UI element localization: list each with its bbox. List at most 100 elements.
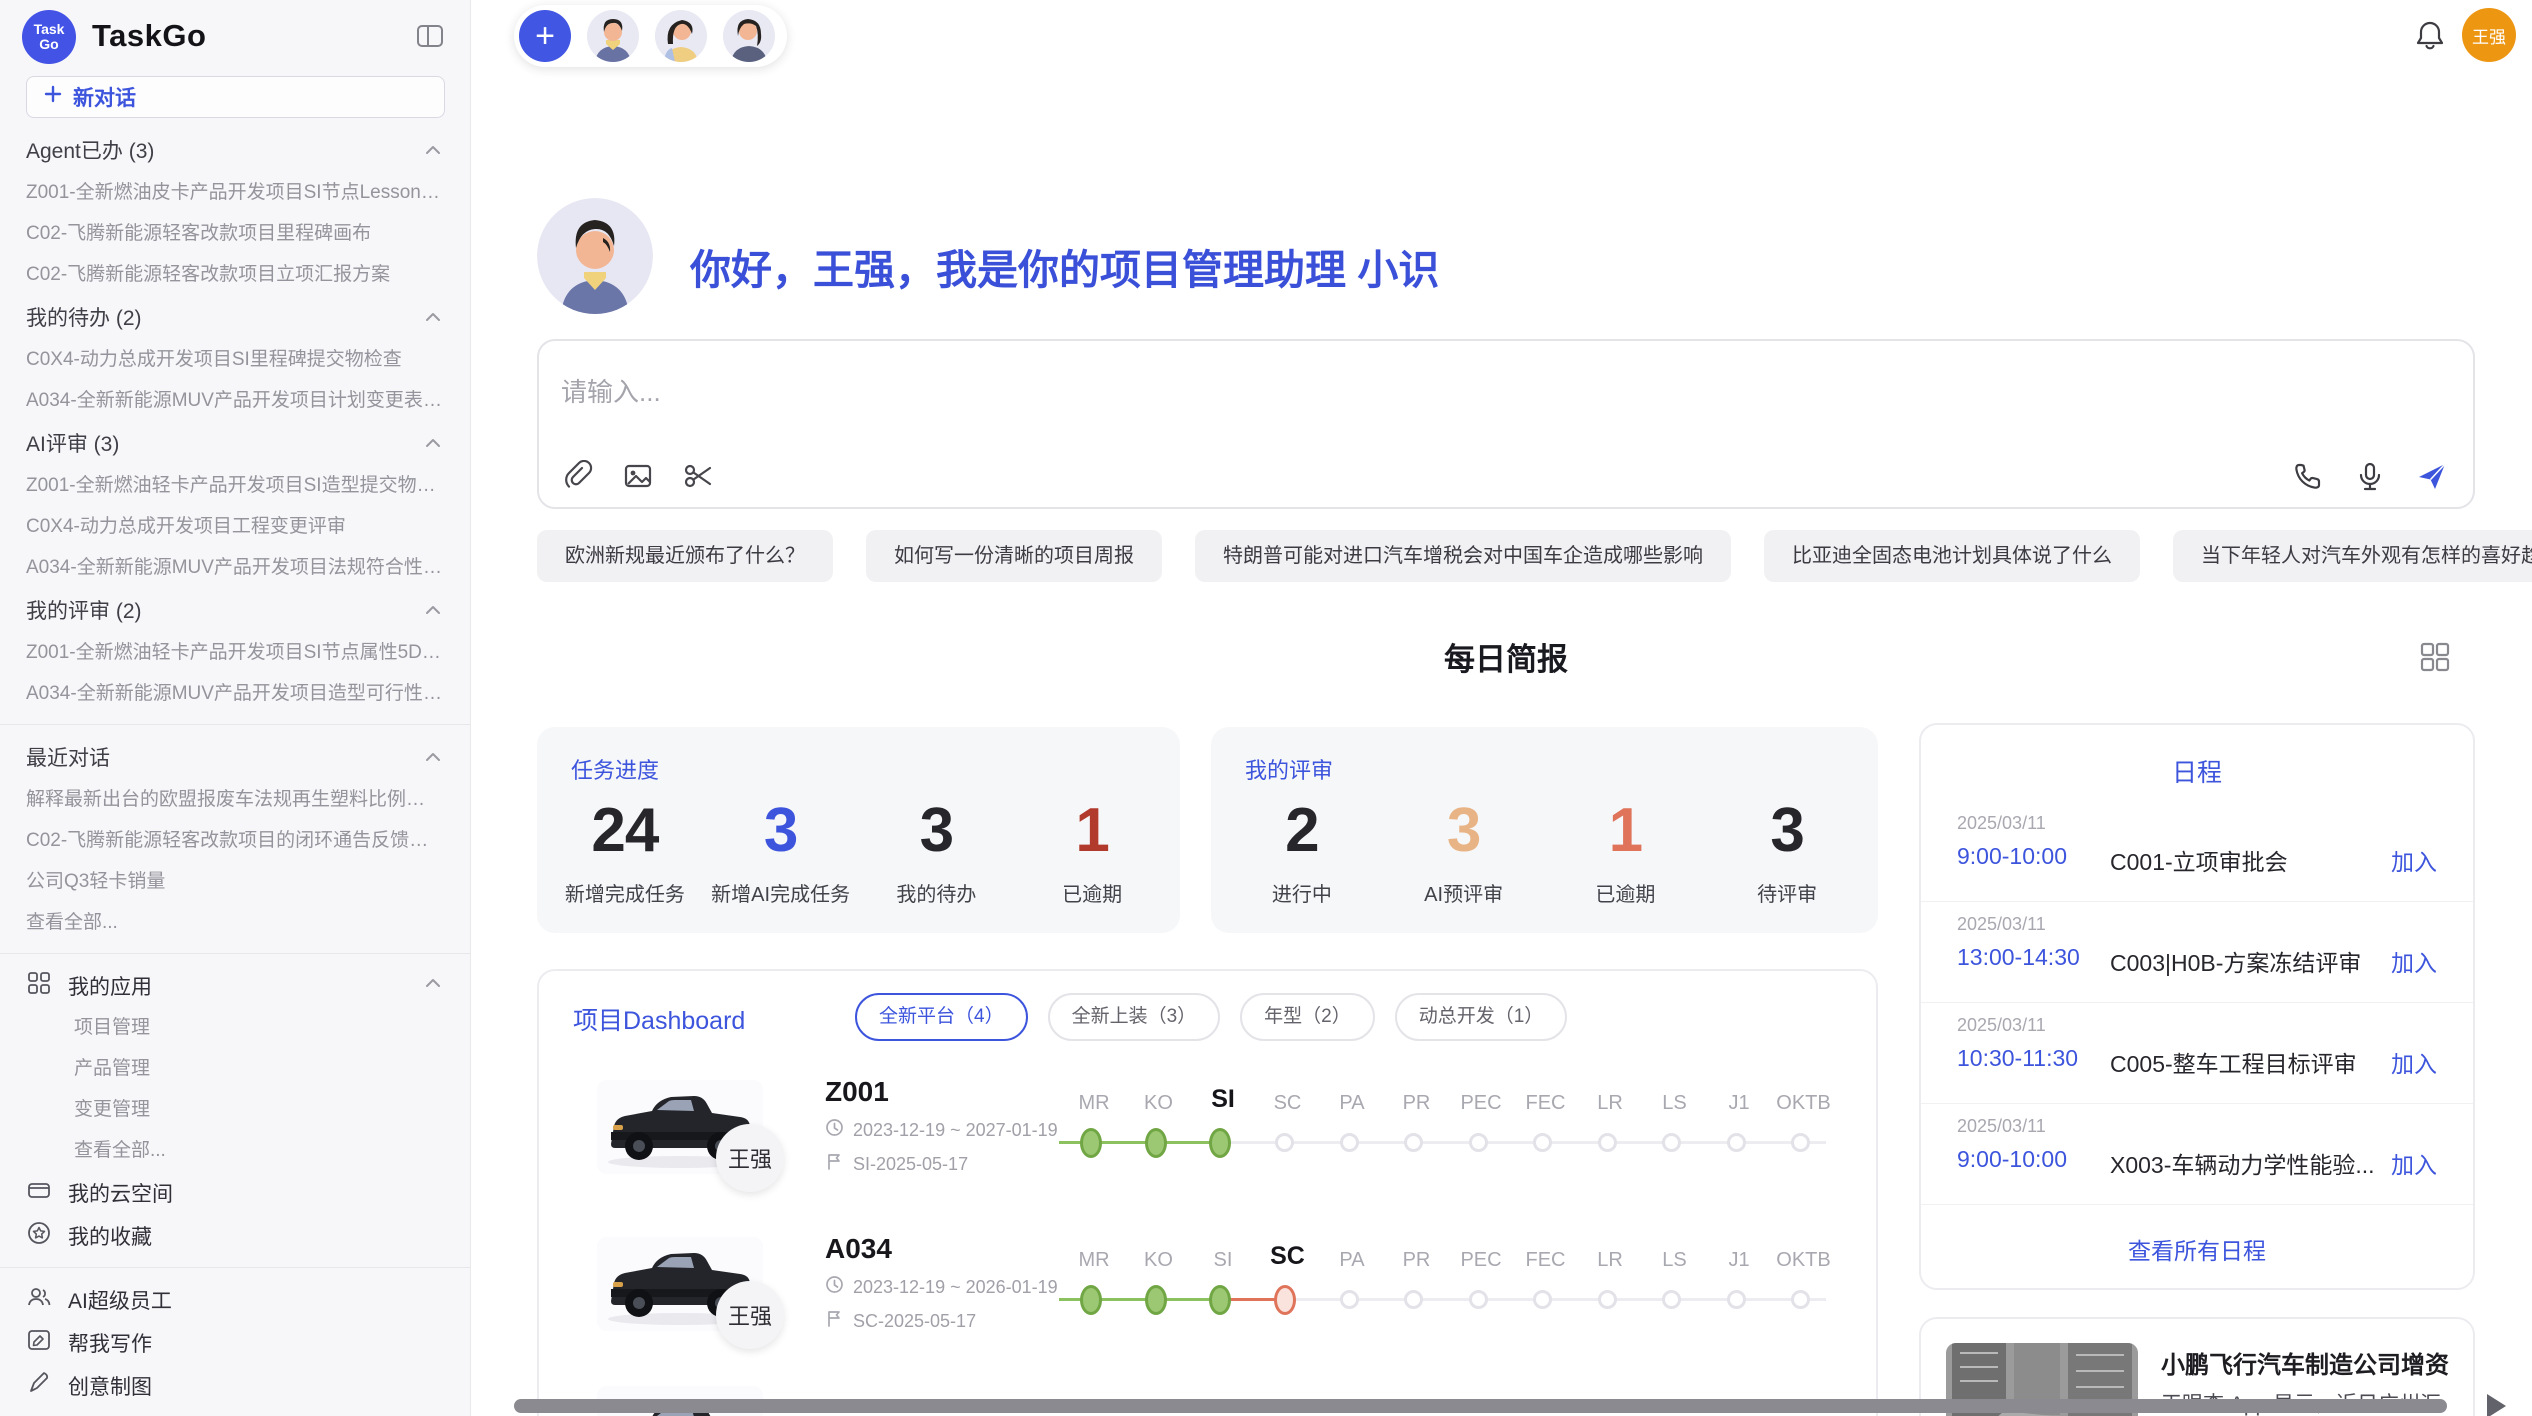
milestone-dot-PA: [1340, 1133, 1359, 1152]
view-all-schedule-link[interactable]: 查看所有日程: [1921, 1232, 2473, 1266]
task-item[interactable]: Z001-全新燃油轻卡产品开发项目SI节点属性5D文件评审: [0, 632, 470, 673]
task-item[interactable]: A034-全新新能源MUV产品开发项目法规符合性评审: [0, 547, 470, 588]
recent-view-all-link[interactable]: 查看全部...: [0, 902, 470, 943]
stat-value: 1: [1545, 795, 1707, 866]
my-favorites-row[interactable]: 我的收藏: [0, 1214, 470, 1257]
recent-chat-item[interactable]: 公司Q3轻卡销量: [0, 861, 470, 902]
stat: 3 AI预评审: [1383, 795, 1545, 907]
collapse-sidebar-icon[interactable]: [414, 20, 446, 52]
project-row[interactable]: 王强 A034 2023-12-19 ~ 2026-01-19 SC-2025-…: [539, 1229, 1876, 1386]
agent-avatar-2[interactable]: [655, 10, 707, 62]
task-item[interactable]: C0X4-动力总成开发项目SI里程碑提交物检查: [0, 339, 470, 380]
schedule-item: 2025/03/11 9:00-10:00 X003-车辆动力学性能验... 加…: [1921, 1104, 2473, 1205]
milestone-dot-LS: [1662, 1133, 1681, 1152]
composer-input[interactable]: [561, 367, 2261, 417]
milestone-dot-PR: [1404, 1133, 1423, 1152]
join-meeting-link[interactable]: 加入: [2391, 1045, 2437, 1079]
dashboard-tab[interactable]: 全新上装（3）: [1048, 993, 1221, 1041]
send-icon[interactable]: [2415, 459, 2449, 493]
my-apps-row[interactable]: 我的应用: [0, 964, 470, 1007]
milestone-dot-MR: [1080, 1128, 1102, 1158]
agent-avatar-3[interactable]: [723, 10, 775, 62]
join-meeting-link[interactable]: 加入: [2391, 843, 2437, 877]
flag-icon: [825, 1309, 844, 1333]
task-item[interactable]: C0X4-动力总成开发项目工程变更评审: [0, 506, 470, 547]
section-header-0[interactable]: Agent已办 (3): [0, 128, 470, 172]
stat-label: 新增AI完成任务: [703, 878, 859, 907]
app-item[interactable]: 变更管理: [0, 1089, 470, 1130]
tool-label: AI超级员工: [68, 1285, 172, 1315]
recent-chat-item[interactable]: C02-飞腾新能源轻客改款项目的闭环通告反馈情况: [0, 820, 470, 861]
suggestion-chip[interactable]: 如何写一份清晰的项目周报: [866, 530, 1162, 582]
milestone-label-LR: LR: [1575, 1092, 1645, 1115]
recent-chats-header[interactable]: 最近对话: [0, 735, 470, 779]
dashboard-tab[interactable]: 全新平台（4）: [855, 993, 1028, 1041]
horizontal-scrollbar-thumb[interactable]: [514, 1399, 2447, 1413]
dashboard-tab[interactable]: 动总开发（1）: [1395, 993, 1568, 1041]
my-cloud-row[interactable]: 我的云空间: [0, 1171, 470, 1214]
voice-call-icon[interactable]: [2291, 459, 2325, 493]
suggestion-chip[interactable]: 比亚迪全固态电池计划具体说了什么: [1764, 530, 2140, 582]
schedule-time: 10:30-11:30: [1957, 1045, 2078, 1072]
tool-write-icon[interactable]: 帮我写作: [0, 1321, 470, 1364]
task-item[interactable]: Z001-全新燃油皮卡产品开发项目SI节点Lesson Learn报告: [0, 172, 470, 213]
apps-view-all-link[interactable]: 查看全部...: [0, 1130, 470, 1171]
layout-grid-icon[interactable]: [2418, 640, 2452, 674]
milestone-dot-FEC: [1533, 1290, 1552, 1309]
milestone-dot-SC: [1274, 1285, 1296, 1315]
tool-pen-icon[interactable]: 创意制图: [0, 1364, 470, 1407]
task-item[interactable]: A034-全新新能源MUV产品开发项目计划变更表编写: [0, 380, 470, 421]
suggestion-chip[interactable]: 当下年轻人对汽车外观有怎样的喜好趋势: [2173, 530, 2532, 582]
schedule-item: 2025/03/11 10:30-11:30 C005-整车工程目标评审 加入: [1921, 1003, 2473, 1104]
attachment-icon[interactable]: [561, 459, 595, 493]
scissors-icon[interactable]: [681, 459, 715, 493]
notifications-bell-icon[interactable]: [2412, 18, 2448, 54]
milestone-label-LS: LS: [1640, 1249, 1710, 1272]
task-item[interactable]: A034-全新新能源MUV产品开发项目造型可行性评审: [0, 673, 470, 714]
people-icon: [26, 1284, 52, 1316]
new-chat-button[interactable]: 新对话: [26, 76, 445, 118]
user-avatar[interactable]: 王强: [2462, 8, 2516, 62]
add-agent-button[interactable]: +: [519, 10, 571, 62]
task-item[interactable]: C02-飞腾新能源轻客改款项目里程碑画布: [0, 213, 470, 254]
suggestion-chip[interactable]: 欧洲新规最近颁布了什么？: [537, 530, 833, 582]
milestone-dot-J1: [1727, 1133, 1746, 1152]
milestone-label-MR: MR: [1059, 1249, 1129, 1272]
schedule-time: 9:00-10:00: [1957, 1146, 2067, 1173]
divider: [0, 1267, 470, 1268]
logo-line2: Go: [39, 37, 58, 52]
recent-chat-item[interactable]: 解释最新出台的欧盟报废车法规再生塑料比例被调至15%...: [0, 779, 470, 820]
milestone-dot-PEC: [1469, 1290, 1488, 1309]
section-title: AI评审 (3): [26, 428, 119, 458]
stat-label: 待评审: [1706, 878, 1868, 907]
milestone-dot-KO: [1145, 1128, 1167, 1158]
stat-value: 2: [1221, 795, 1383, 866]
microphone-icon[interactable]: [2353, 459, 2387, 493]
app-item[interactable]: 项目管理: [0, 1007, 470, 1048]
agent-avatar-1[interactable]: [587, 10, 639, 62]
app-item[interactable]: 产品管理: [0, 1048, 470, 1089]
section-title: 我的待办 (2): [26, 302, 142, 332]
join-meeting-link[interactable]: 加入: [2391, 944, 2437, 978]
join-meeting-link[interactable]: 加入: [2391, 1146, 2437, 1180]
stat-value: 3: [703, 795, 859, 866]
scroll-right-arrow-icon[interactable]: [2487, 1394, 2506, 1416]
stat-card-1: 我的评审 2 进行中 3 AI预评审 1 已逾期 3 待评审: [1211, 727, 1878, 933]
task-item[interactable]: C02-飞腾新能源轻客改款项目立项汇报方案: [0, 254, 470, 295]
dashboard-tab[interactable]: 年型（2）: [1240, 993, 1375, 1041]
task-item[interactable]: Z001-全新燃油轻卡产品开发项目SI造型提交物评审: [0, 465, 470, 506]
image-icon[interactable]: [621, 459, 655, 493]
suggestion-chip[interactable]: 特朗普可能对进口汽车增税会对中国车企造成哪些影响: [1195, 530, 1731, 582]
tool-people-icon[interactable]: AI超级员工: [0, 1278, 470, 1321]
section-header-3[interactable]: 我的评审 (2): [0, 588, 470, 632]
schedule-name: X003-车辆动力学性能验...: [2110, 1146, 2382, 1180]
section-header-2[interactable]: AI评审 (3): [0, 421, 470, 465]
suggestion-chips: 欧洲新规最近颁布了什么？ 如何写一份清晰的项目周报特朗普可能对进口汽车增税会对中国…: [537, 530, 2532, 582]
milestone-label-PA: PA: [1317, 1249, 1387, 1272]
stat: 2 进行中: [1221, 795, 1383, 907]
section-header-1[interactable]: 我的待办 (2): [0, 295, 470, 339]
star-icon: [26, 1220, 52, 1252]
project-row[interactable]: 王强 Z001 2023-12-19 ~ 2027-01-19 SI-2025-…: [539, 1072, 1876, 1229]
composer-left-tools: [561, 459, 715, 493]
milestone-label-KO: KO: [1124, 1249, 1194, 1272]
